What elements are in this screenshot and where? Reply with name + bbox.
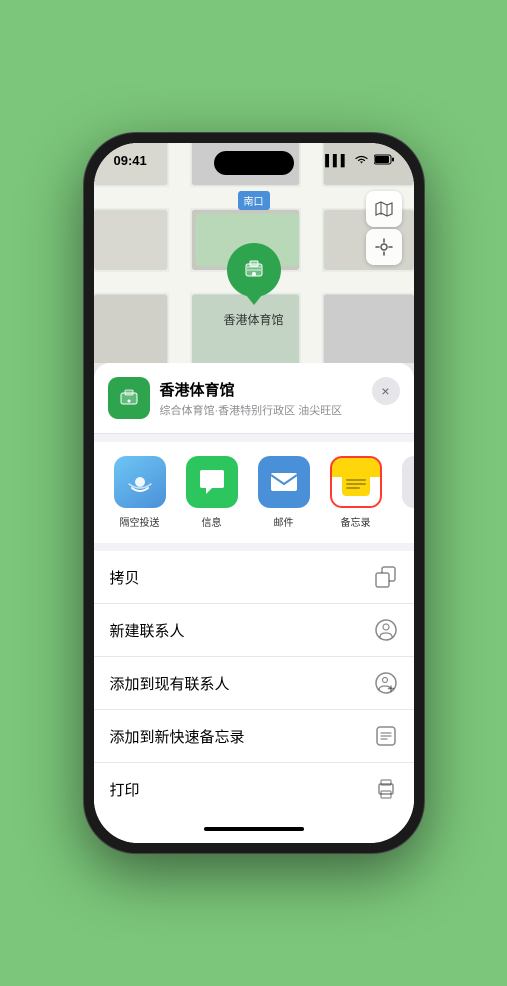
location-pin: 香港体育馆 xyxy=(223,243,283,328)
new-contact-icon xyxy=(374,618,398,642)
sheet-header: 香港体育馆 综合体育馆·香港特别行政区 油尖旺区 × xyxy=(94,363,414,434)
airdrop-icon xyxy=(114,456,166,508)
action-copy-label: 拷贝 xyxy=(110,567,140,588)
phone-screen: 09:41 ▌▌▌ xyxy=(94,143,414,843)
home-indicator xyxy=(94,815,414,843)
venue-info: 香港体育馆 综合体育馆·香港特别行政区 油尖旺区 xyxy=(160,379,398,418)
notes-icon xyxy=(330,456,382,508)
action-list: 拷贝 新建联系人 xyxy=(94,551,414,815)
map-type-button[interactable] xyxy=(366,191,402,227)
pin-label: 香港体育馆 xyxy=(223,311,283,328)
action-print-label: 打印 xyxy=(110,779,140,800)
share-item-mail[interactable]: 邮件 xyxy=(254,456,314,529)
share-item-airdrop[interactable]: 隔空投送 xyxy=(110,456,170,529)
more-icon xyxy=(402,456,414,508)
status-time: 09:41 xyxy=(114,153,147,168)
action-new-contact-label: 新建联系人 xyxy=(110,620,185,641)
messages-label: 信息 xyxy=(202,514,222,529)
status-icons: ▌▌▌ xyxy=(325,154,393,168)
add-existing-icon xyxy=(374,671,398,695)
add-note-icon xyxy=(374,724,398,748)
map-area[interactable]: 南口 xyxy=(94,143,414,363)
venue-icon xyxy=(108,377,150,419)
venue-subtitle: 综合体育馆·香港特别行政区 油尖旺区 xyxy=(160,402,398,418)
dynamic-island xyxy=(214,151,294,175)
share-row: 隔空投送 信息 xyxy=(94,442,414,543)
share-item-notes[interactable]: 备忘录 xyxy=(326,456,386,529)
action-new-contact[interactable]: 新建联系人 xyxy=(94,604,414,657)
share-item-messages[interactable]: 信息 xyxy=(182,456,242,529)
battery-icon xyxy=(374,154,394,168)
notes-label: 备忘录 xyxy=(341,514,371,529)
home-bar xyxy=(204,827,304,831)
print-icon xyxy=(374,777,398,801)
action-add-existing-label: 添加到现有联系人 xyxy=(110,673,230,694)
map-entrance-label: 南口 xyxy=(238,191,270,210)
phone-frame: 09:41 ▌▌▌ xyxy=(84,133,424,853)
action-add-note[interactable]: 添加到新快速备忘录 xyxy=(94,710,414,763)
copy-icon xyxy=(374,565,398,589)
venue-name: 香港体育馆 xyxy=(160,379,398,400)
action-add-existing[interactable]: 添加到现有联系人 xyxy=(94,657,414,710)
action-copy[interactable]: 拷贝 xyxy=(94,551,414,604)
action-print[interactable]: 打印 xyxy=(94,763,414,815)
mail-label: 邮件 xyxy=(274,514,294,529)
action-add-note-label: 添加到新快速备忘录 xyxy=(110,726,245,747)
bottom-sheet: 香港体育馆 综合体育馆·香港特别行政区 油尖旺区 × 隔空投 xyxy=(94,363,414,843)
signal-icon: ▌▌▌ xyxy=(325,155,348,167)
share-item-more[interactable]: 提 xyxy=(398,456,414,529)
airdrop-label: 隔空投送 xyxy=(120,514,160,529)
messages-icon xyxy=(186,456,238,508)
location-button[interactable] xyxy=(366,229,402,265)
map-controls xyxy=(366,191,402,265)
pin-circle xyxy=(226,243,280,297)
wifi-icon xyxy=(354,154,369,168)
close-button[interactable]: × xyxy=(372,377,400,405)
mail-icon xyxy=(258,456,310,508)
